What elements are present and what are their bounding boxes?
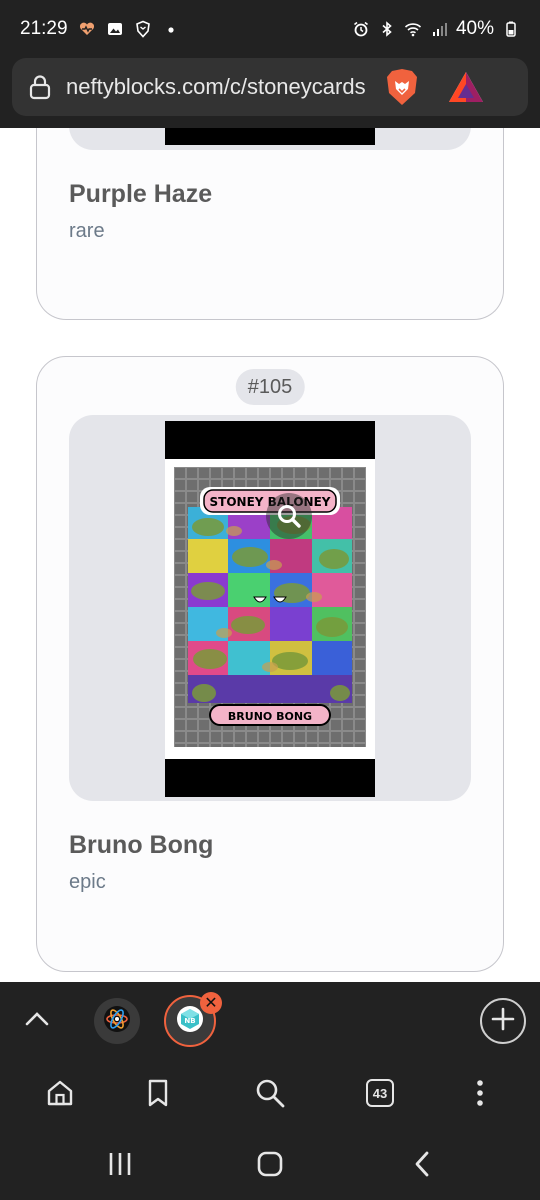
card-rarity: rare	[69, 220, 105, 242]
tab-atom[interactable]	[94, 998, 140, 1044]
new-tab-button[interactable]	[480, 998, 526, 1044]
back-icon[interactable]	[402, 1146, 442, 1182]
tab-switcher-button[interactable]: 43	[360, 1073, 400, 1113]
bluetooth-icon	[378, 20, 396, 38]
address-bar[interactable]: neftyblocks.com/c/stoneycards	[12, 58, 528, 116]
card-image[interactable]: STONEY BALONEY BRUNO BONG	[165, 421, 375, 797]
close-tab-icon[interactable]: ✕	[200, 992, 222, 1014]
atom-icon	[102, 1004, 132, 1039]
battery-percent: 40%	[455, 18, 494, 39]
lock-icon[interactable]	[26, 73, 54, 101]
dot-icon	[162, 20, 180, 38]
page-content[interactable]: Purple Haze rare #105 STONEY BALONEY BRU…	[0, 128, 540, 982]
tab-count: 43	[366, 1079, 394, 1107]
bat-rewards-icon[interactable]	[446, 67, 486, 107]
stoney-baloney-artwork: STONEY BALONEY BRUNO BONG	[174, 467, 366, 747]
nft-card[interactable]: #105 STONEY BALONEY BRUNO BONG Bruno Bon…	[36, 356, 504, 972]
card-rarity: epic	[69, 871, 106, 893]
brave-shield-icon	[134, 20, 152, 38]
card-title: Purple Haze	[69, 180, 213, 208]
home-icon[interactable]	[40, 1073, 80, 1113]
card-title: Bruno Bong	[69, 831, 214, 859]
bookmark-icon[interactable]	[138, 1073, 178, 1113]
clock: 21:29	[20, 18, 68, 39]
svg-text:NB: NB	[184, 1017, 195, 1025]
url-text[interactable]: neftyblocks.com/c/stoneycards	[66, 74, 374, 100]
brave-shields-button[interactable]	[382, 67, 422, 107]
neftyblocks-icon: NB	[175, 1004, 205, 1039]
wifi-icon	[404, 20, 422, 38]
alarm-icon	[352, 20, 370, 38]
search-icon[interactable]	[250, 1073, 290, 1113]
gallery-icon	[106, 20, 124, 38]
home-nav-icon[interactable]	[250, 1146, 290, 1182]
bottom-toolbar: 43	[0, 1058, 540, 1128]
zoom-icon[interactable]	[266, 493, 312, 539]
art-footer-text: BRUNO BONG	[228, 710, 312, 723]
recents-icon[interactable]	[100, 1146, 140, 1182]
mint-number-badge: #105	[235, 369, 305, 405]
nft-card[interactable]: Purple Haze rare	[36, 128, 504, 320]
tab-strip: NB ✕	[0, 982, 540, 1058]
card-image[interactable]	[69, 128, 471, 150]
card-image-container[interactable]: STONEY BALONEY BRUNO BONG	[69, 415, 471, 801]
heart-rate-icon	[78, 20, 96, 38]
chevron-up-icon[interactable]	[20, 1002, 54, 1036]
battery-icon	[502, 20, 520, 38]
more-menu-icon[interactable]	[460, 1073, 500, 1113]
plus-icon	[490, 1006, 516, 1037]
system-nav-bar	[0, 1128, 540, 1200]
status-bar: 21:29 40%	[0, 0, 540, 58]
signal-icon	[430, 20, 448, 38]
